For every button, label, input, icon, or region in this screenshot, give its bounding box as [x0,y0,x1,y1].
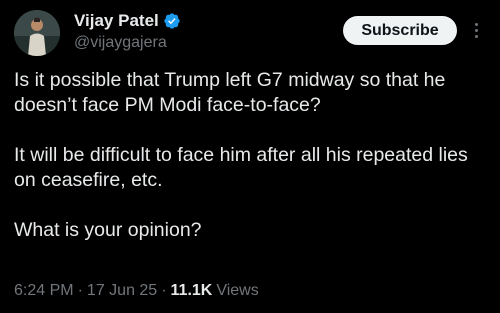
tweet-text: Is it possible that Trump left G7 midway… [14,68,492,243]
subscribe-button[interactable]: Subscribe [343,16,457,45]
author-name[interactable]: Vijay Patel [74,10,159,32]
avatar-image [14,10,60,56]
tweet-paragraph: Is it possible that Trump left G7 midway… [14,69,446,116]
tweet-date[interactable]: 17 Jun 25 [87,280,157,302]
more-vertical-icon[interactable] [466,14,486,46]
views-count: 11.1K [170,282,213,299]
meta-separator: · [77,282,83,299]
avatar[interactable] [14,10,60,56]
verified-badge-icon [163,12,181,30]
author-handle[interactable]: @vijaygajera [74,33,181,53]
tweet-header: Vijay Patel @vijaygajera Subscribe [0,0,500,60]
tweet-paragraph: What is your opinion? [14,219,202,241]
meta-separator: · [161,282,167,299]
name-row: Vijay Patel [74,10,181,32]
views-label: Views [216,282,259,299]
tweet-paragraph: It will be difficult to face him after a… [14,144,468,191]
more-dot [474,34,478,38]
tweet-meta: 6:24 PM · 17 Jun 25 · 11.1K Views [14,280,259,302]
more-dot [474,28,478,32]
tweet-time[interactable]: 6:24 PM [14,280,74,302]
more-dot [474,22,478,26]
author-block: Vijay Patel @vijaygajera [74,10,181,53]
